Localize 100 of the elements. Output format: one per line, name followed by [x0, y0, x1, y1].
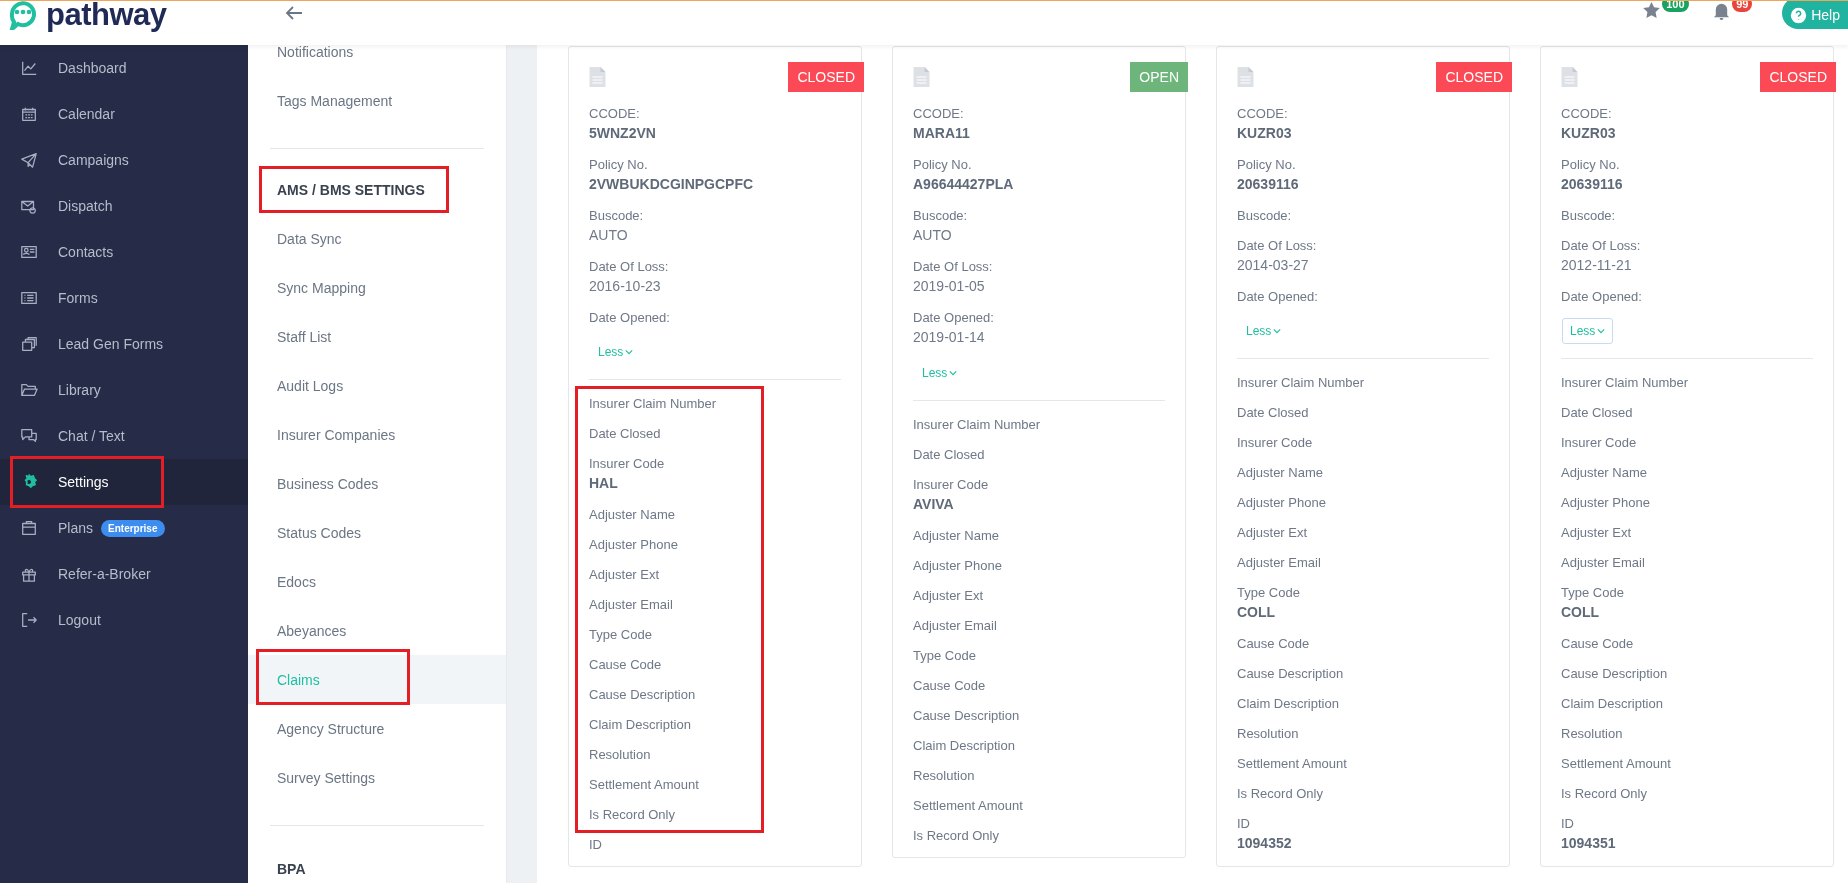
field-label: Date Closed: [1237, 404, 1310, 422]
field-label: Insurer Claim Number: [1237, 374, 1366, 392]
field-label: Cause Description: [913, 707, 1021, 725]
sidebar-item[interactable]: Library: [0, 367, 248, 413]
document-icon: [1561, 67, 1578, 87]
document-icon: [1237, 67, 1254, 87]
field-value: 20639116: [1561, 175, 1624, 194]
speech-bubble-logo-icon: [8, 1, 38, 30]
field-label: Claim Description: [589, 716, 692, 734]
settings-menu-item[interactable]: Tags Management: [248, 76, 506, 125]
field-label: Adjuster Email: [1561, 554, 1646, 572]
settings-menu-item[interactable]: Status Codes: [248, 508, 506, 557]
field-value: HAL: [589, 474, 619, 493]
field-label: Is Record Only: [913, 827, 1000, 845]
settings-menu-item[interactable]: Edocs: [248, 557, 506, 606]
field-label: Resolution: [1561, 725, 1624, 743]
field-label: Buscode:: [913, 207, 969, 225]
nav-icon: [20, 243, 38, 261]
field-label: Date Opened:: [1237, 288, 1319, 306]
field-label: Cause Description: [1561, 665, 1669, 683]
field-label: Buscode:: [589, 207, 645, 225]
sidebar-item[interactable]: Logout: [0, 597, 248, 643]
field-value: 1094351: [1561, 834, 1617, 853]
field-label: Policy No.: [1237, 156, 1297, 174]
nav-icon: [20, 519, 38, 537]
nav-icon: [20, 381, 38, 399]
field-label: Adjuster Ext: [1561, 524, 1633, 542]
nav-icon: [20, 105, 38, 123]
sidebar-item[interactable]: Plans Enterprise: [0, 505, 248, 551]
field-label: Date Closed: [1561, 404, 1634, 422]
settings-menu-item[interactable]: Business Codes: [248, 459, 506, 508]
settings-menu-item[interactable]: Data Sync: [248, 214, 506, 263]
settings-menu-item[interactable]: Staff List: [248, 312, 506, 361]
field-label: Adjuster Name: [589, 506, 676, 524]
sidebar-item[interactable]: Chat / Text: [0, 413, 248, 459]
settings-menu-item[interactable]: Sync Mapping: [248, 263, 506, 312]
plan-badge: Enterprise: [101, 519, 165, 537]
field-label: ID: [1561, 815, 1575, 833]
field-value: 2019-01-05: [913, 277, 986, 296]
sidebar-item[interactable]: Forms: [0, 275, 248, 321]
field-value: AVIVA: [913, 495, 955, 514]
logo-text: pathway: [46, 1, 167, 32]
settings-menu-item[interactable]: Agency Structure: [248, 704, 506, 753]
field-label: Is Record Only: [1561, 785, 1648, 803]
field-label: Type Code: [913, 647, 977, 665]
field-label: Date Closed: [589, 425, 662, 443]
nav-icon: [20, 427, 38, 445]
sidebar-item[interactable]: Lead Gen Forms: [0, 321, 248, 367]
field-label: Is Record Only: [1237, 785, 1324, 803]
document-icon: [913, 67, 930, 87]
document-icon: [589, 67, 606, 87]
sidebar-item[interactable]: Contacts: [0, 229, 248, 275]
sidebar-item[interactable]: Campaigns: [0, 137, 248, 183]
field-label: Date Opened:: [913, 309, 995, 327]
sidebar-item[interactable]: Dashboard: [0, 45, 248, 91]
help-button[interactable]: Help: [1782, 1, 1848, 29]
field-label: Insurer Code: [1237, 434, 1314, 452]
field-label: Type Code: [1237, 584, 1301, 602]
field-label: Adjuster Name: [1237, 464, 1324, 482]
nav-icon: [20, 59, 38, 77]
field-label: Date Of Loss:: [1561, 237, 1642, 255]
field-label: Adjuster Ext: [913, 587, 985, 605]
field-value: COLL: [1561, 603, 1601, 622]
status-badge: CLOSED: [1760, 62, 1836, 92]
field-label: Type Code: [589, 626, 653, 644]
field-value: 1094352: [1237, 834, 1293, 853]
field-value: AUTO: [589, 226, 629, 245]
nav-icon: [20, 289, 38, 307]
field-label: Policy No.: [589, 156, 649, 174]
field-label: Settlement Amount: [1237, 755, 1348, 773]
field-label: Adjuster Phone: [1561, 494, 1651, 512]
settings-menu-item[interactable]: Notifications: [248, 45, 506, 76]
count-badge: 99: [1732, 1, 1753, 12]
field-label: Adjuster Ext: [589, 566, 661, 584]
field-label: Settlement Amount: [913, 797, 1024, 815]
field-label: Policy No.: [1561, 156, 1621, 174]
field-label: Date Closed: [913, 446, 986, 464]
field-label: CCODE:: [1237, 105, 1289, 123]
field-label: Date Of Loss:: [1237, 237, 1318, 255]
field-label: Insurer Code: [913, 476, 990, 494]
nav-icon: [20, 611, 38, 629]
field-label: Insurer Code: [1561, 434, 1638, 452]
settings-menu-item[interactable]: Insurer Companies: [248, 410, 506, 459]
settings-menu-item[interactable]: Abeyances: [248, 606, 506, 655]
sidebar-item[interactable]: Calendar: [0, 91, 248, 137]
field-label: Cause Code: [589, 656, 663, 674]
sidebar-item[interactable]: Settings: [0, 459, 248, 505]
sidebar-item[interactable]: Dispatch: [0, 183, 248, 229]
field-label: Claim Description: [1237, 695, 1340, 713]
field-value: AUTO: [913, 226, 953, 245]
settings-menu-item[interactable]: Survey Settings: [248, 753, 506, 802]
field-label: Insurer Code: [589, 455, 666, 473]
settings-menu-item[interactable]: Audit Logs: [248, 361, 506, 410]
field-label: ID: [1237, 815, 1251, 833]
field-label: CCODE:: [1561, 105, 1613, 123]
star-icon[interactable]: [1642, 1, 1662, 20]
field-label: Cause Code: [1561, 635, 1635, 653]
sidebar-item[interactable]: Refer-a-Broker: [0, 551, 248, 597]
field-value: 2014-03-27: [1237, 256, 1310, 275]
field-label: ID: [589, 836, 603, 854]
